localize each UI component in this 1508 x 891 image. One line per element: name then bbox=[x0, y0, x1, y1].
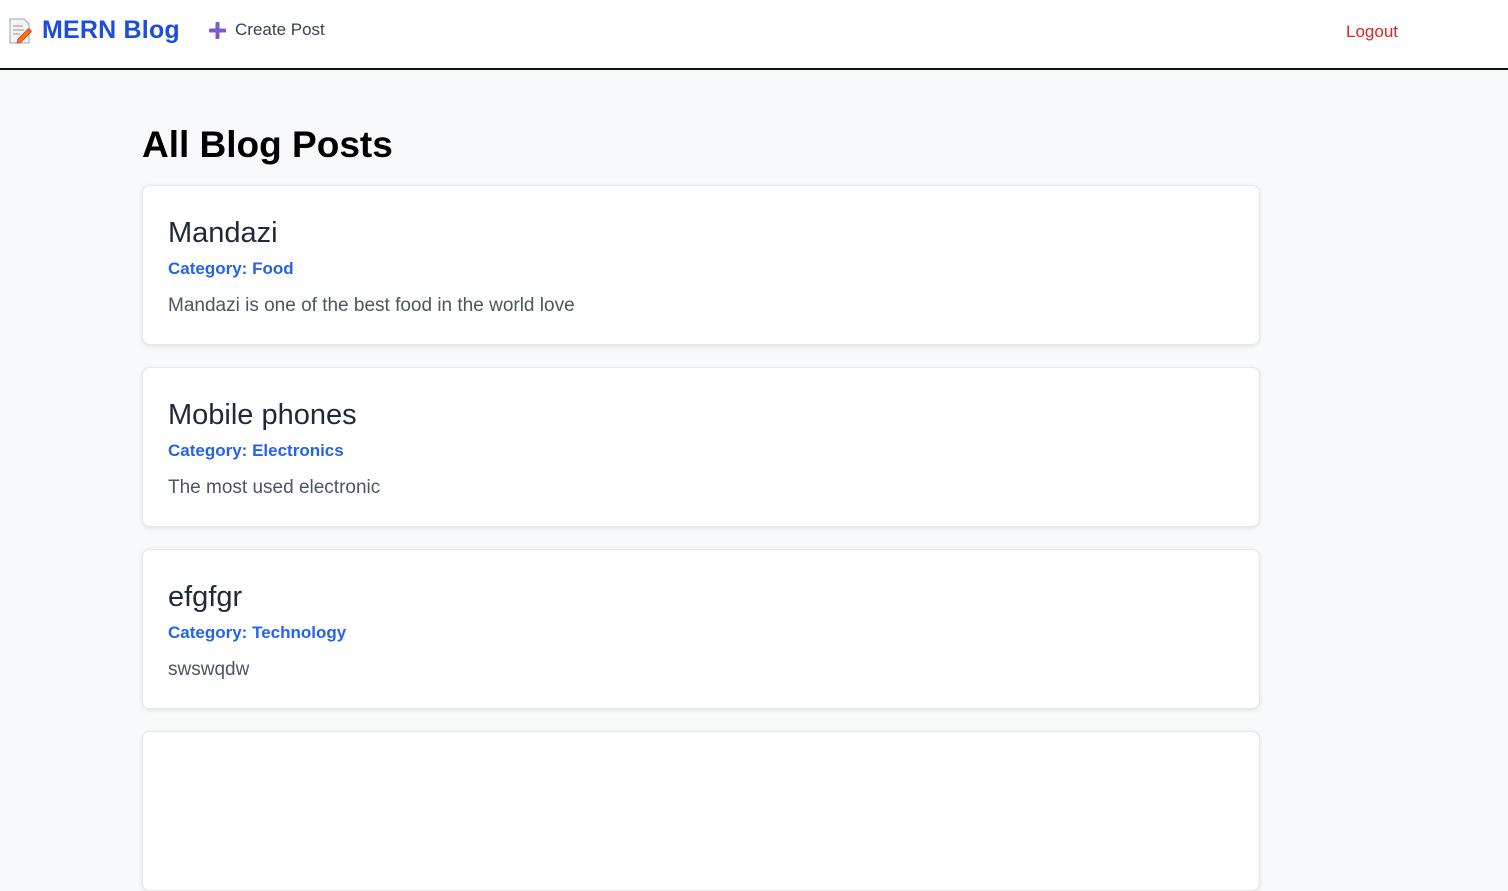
brand-link[interactable]: MERN Blog bbox=[8, 16, 180, 45]
memo-icon bbox=[8, 17, 32, 45]
main-content: All Blog Posts Mandazi Category: Food Ma… bbox=[142, 118, 1262, 891]
post-category: Category: Technology bbox=[168, 623, 347, 642]
post-title: Mobile phones bbox=[168, 399, 357, 431]
post-card[interactable]: Mandazi Category: Food Mandazi is one of… bbox=[142, 185, 1260, 345]
post-title: efgfgr bbox=[168, 581, 243, 613]
logout-link[interactable]: Logout bbox=[1346, 22, 1398, 42]
page-title: All Blog Posts bbox=[142, 124, 393, 165]
create-post-link[interactable]: Create Post bbox=[208, 20, 325, 40]
plus-icon bbox=[208, 21, 227, 40]
post-card[interactable]: efgfgr Category: Technology swswqdw bbox=[142, 549, 1260, 709]
navbar: MERN Blog Create Post Logout bbox=[0, 0, 1508, 70]
post-title: Mandazi bbox=[168, 217, 278, 249]
create-post-label: Create Post bbox=[235, 20, 325, 39]
post-category: Category: Food bbox=[168, 259, 294, 278]
post-card[interactable]: Mobile phones Category: Electronics The … bbox=[142, 367, 1260, 527]
brand-title: MERN Blog bbox=[42, 16, 180, 44]
post-content: swswqdw bbox=[168, 659, 250, 680]
post-category: Category: Electronics bbox=[168, 441, 344, 460]
post-card-partial[interactable] bbox=[142, 731, 1260, 891]
post-content: The most used electronic bbox=[168, 477, 381, 498]
post-content: Mandazi is one of the best food in the w… bbox=[168, 295, 575, 316]
